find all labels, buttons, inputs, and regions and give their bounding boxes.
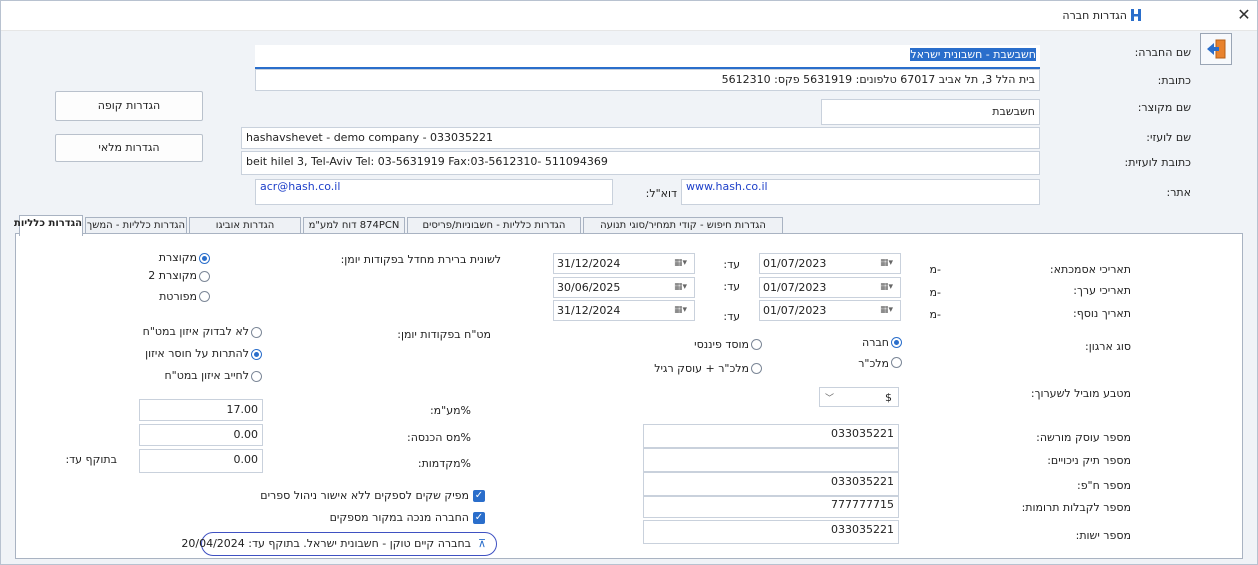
company-name-field[interactable]: חשבשבת - חשבונית ישראל — [255, 45, 1040, 67]
calendar-dropdown-icon[interactable]: ▦▾ — [880, 258, 896, 269]
value-from-date[interactable]: 01/07/2023 ▦▾ — [759, 277, 901, 298]
income-tax-field[interactable]: 0.00 — [139, 424, 263, 446]
to-label: עד: — [723, 258, 740, 271]
org-company-radio[interactable] — [891, 337, 902, 348]
calendar-dropdown-icon[interactable]: ▦▾ — [674, 258, 690, 269]
donations-number-field[interactable]: 777777715 — [643, 496, 899, 518]
calendar-dropdown-icon[interactable]: ▦▾ — [674, 282, 690, 293]
org-financial-radio[interactable] — [751, 339, 762, 350]
org-type-label: סוג ארגון: — [1085, 340, 1131, 353]
company-number-label: מספר ח"פ: — [1076, 479, 1131, 492]
token-notice: בחברה קיים טוקן - חשבונית ישראל. בתוקף ע… — [181, 537, 471, 550]
org-financial-label: מוסד פיננסי — [694, 338, 749, 351]
issue-checks-checkbox[interactable]: ✓ — [473, 490, 485, 502]
income-tax-label: %מס הכנסה: — [407, 431, 471, 444]
donations-number-label: מספר לקבלות תרומות: — [1021, 501, 1131, 514]
value-to-date[interactable]: 30/06/2025 ▦▾ — [553, 277, 695, 298]
journal-tab-label: לשונית ברירת מחדל בפקודות יומן: — [340, 253, 501, 266]
foreign-address-label: כתובת לועזית: — [1124, 156, 1191, 169]
extra-from-date[interactable]: 01/07/2023 ▦▾ — [759, 300, 901, 321]
from-label: -מ — [929, 286, 941, 299]
to-label: עד: — [723, 280, 740, 293]
calendar-dropdown-icon[interactable]: ▦▾ — [880, 282, 896, 293]
org-company-label: חברה — [862, 336, 889, 349]
dealer-number-label: מספר עוסק מורשה: — [1036, 431, 1131, 444]
extra-date-label: תאריך נוסף: — [1073, 307, 1131, 320]
company-name-label: שם החברה: — [1134, 46, 1191, 59]
address-label: כתובת: — [1157, 74, 1191, 87]
journal-detailed-label: מפורטת — [159, 290, 197, 303]
foreign-name-label: שם לועזי: — [1146, 131, 1191, 144]
deduct-source-checkbox[interactable]: ✓ — [473, 512, 485, 524]
org-nonprofit-dealer-radio[interactable] — [751, 363, 762, 374]
chevron-down-icon: ﹀ — [825, 394, 835, 404]
vat-field[interactable]: 17.00 — [139, 399, 263, 421]
exit-button[interactable] — [1200, 33, 1232, 65]
valid-until-label: בתוקף עד: — [65, 453, 117, 466]
to-label: עד: — [723, 310, 740, 323]
advance-label: %מקדמות: — [417, 457, 471, 470]
extra-to-date[interactable]: 31/12/2024 ▦▾ — [553, 300, 695, 321]
entity-number-field[interactable]: 033035221 — [643, 520, 899, 544]
exit-door-icon — [1207, 39, 1226, 59]
journal-short-radio[interactable] — [199, 253, 210, 264]
deductions-file-label: מספר תיק ניכויים: — [1047, 454, 1131, 467]
site-field[interactable]: www.hash.co.il — [681, 179, 1040, 205]
email-label: דוא"ל: — [645, 187, 677, 200]
foreign-name-field[interactable]: hashavshevet - demo company - 033035221 — [241, 127, 1040, 149]
title-bar: הגדרות חברה ✕ — [1, 1, 1257, 31]
calendar-dropdown-icon[interactable]: ▦▾ — [674, 305, 690, 316]
advance-field[interactable]: 0.00 — [139, 449, 263, 473]
foreign-address-field[interactable]: beit hilel 3, Tel-Aviv Tel: 03-5631919 F… — [241, 151, 1040, 175]
inventory-settings-button[interactable]: הגדרות מלאי — [55, 134, 203, 162]
issue-checks-label: מפיק שקים לספקים ללא אישור ניהול ספרים — [260, 489, 469, 502]
window-title: הגדרות חברה — [1062, 9, 1127, 22]
currency-label: מטבע מוביל לשערוך: — [1030, 387, 1131, 400]
journal-short2-label: מקוצרת 2 — [148, 269, 197, 282]
deductions-file-field[interactable] — [643, 448, 899, 472]
email-field[interactable]: acr@hash.co.il — [255, 179, 613, 205]
cash-settings-button[interactable]: הגדרות קופה — [55, 91, 203, 121]
app-logo-icon — [1131, 9, 1141, 21]
calendar-dropdown-icon[interactable]: ▦▾ — [880, 305, 896, 316]
fx-no-check-label: לא לבדוק איזון במט"ח — [142, 325, 249, 338]
short-name-label: שם מקוצר: — [1137, 101, 1191, 114]
fx-require-radio[interactable] — [251, 371, 262, 382]
fx-warn-label: להתרות על חוסר איזון — [145, 347, 249, 360]
org-nonprofit-radio[interactable] — [891, 357, 902, 368]
journal-short-label: מקוצרת — [158, 251, 197, 264]
fx-require-label: לחייב איזון במט"ח — [164, 369, 249, 382]
from-label: -מ — [929, 308, 941, 321]
address-field[interactable]: בית הלל 3, תל אביב 67017 טלפונים: 563191… — [255, 69, 1040, 91]
reference-to-date[interactable]: 31/12/2024 ▦▾ — [553, 253, 695, 274]
deduct-source-label: החברה מנכה במקור מספקים — [329, 511, 469, 524]
journal-detailed-radio[interactable] — [199, 291, 210, 302]
vat-label: %מע"מ: — [429, 404, 471, 417]
from-label: -מ — [929, 263, 941, 276]
short-name-field[interactable]: חשבשבת — [821, 99, 1040, 125]
fx-warn-radio[interactable] — [251, 349, 262, 360]
entity-number-label: מספר ישות: — [1075, 529, 1131, 542]
currency-select[interactable]: ﹀ $ — [819, 387, 899, 407]
close-button[interactable]: ✕ — [1235, 6, 1253, 24]
journal-short2-radio[interactable] — [199, 271, 210, 282]
settings-window: הגדרות חברה ✕ שם החברה: חשבשבת - חשבונית… — [0, 0, 1258, 565]
company-number-field[interactable]: 033035221 — [643, 472, 899, 496]
org-nonprofit-label: מלכ"ר — [858, 357, 889, 370]
value-dates-label: תאריכי ערך: — [1073, 284, 1131, 297]
fx-journal-label: מט"ח בפקודות יומן: — [397, 328, 491, 341]
org-nonprofit-dealer-label: מלכ"ר + עוסק רגיל — [654, 362, 749, 375]
reference-from-date[interactable]: 01/07/2023 ▦▾ — [759, 253, 901, 274]
reference-dates-label: תאריכי אסמכתא: — [1049, 263, 1131, 276]
dealer-number-field[interactable]: 033035221 — [643, 424, 899, 448]
tab-general-settings[interactable]: הגדרות כלליות — [14, 215, 83, 236]
token-icon: ⊼ — [477, 537, 487, 550]
fx-no-check-radio[interactable] — [251, 327, 262, 338]
site-label: אתר: — [1166, 186, 1192, 199]
